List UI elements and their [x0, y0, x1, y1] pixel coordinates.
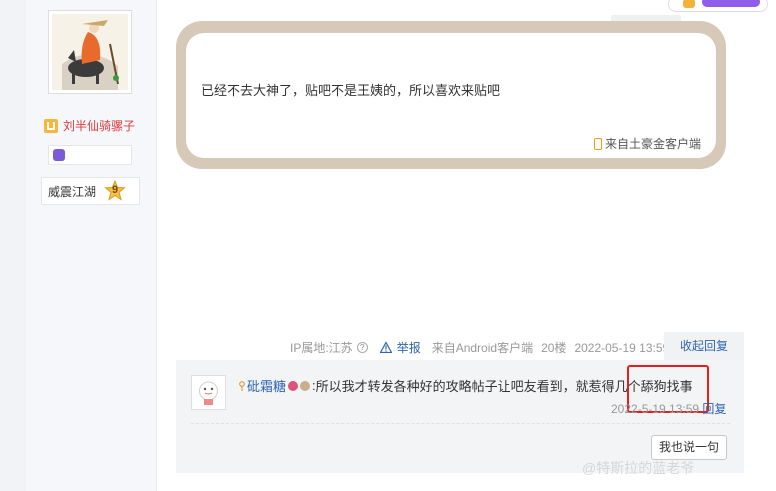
ip-location: IP属地:江苏: [290, 341, 353, 355]
author-avatar[interactable]: [48, 10, 132, 94]
author-level-number: 9: [111, 184, 119, 196]
badge-box[interactable]: [48, 145, 132, 165]
reply-avatar-image: [192, 376, 225, 409]
collapse-replies-button[interactable]: 收起回复: [664, 332, 744, 360]
reply-divider: [191, 423, 730, 424]
post-client: 来自Android客户端: [431, 341, 534, 355]
reply-time-row: 2022-5-19 13:59 回复: [611, 400, 726, 417]
post-time: 2022-05-19 13:59: [574, 340, 670, 355]
coin-icon: [683, 0, 695, 8]
author-level[interactable]: 威震江湖 9: [41, 177, 140, 205]
watermark: @特斯拉的蓝老爷: [582, 460, 695, 476]
badge-icon: [288, 380, 299, 391]
pin-icon: [239, 380, 245, 391]
author-name-row[interactable]: 刘半仙骑骡子: [44, 117, 135, 134]
level-star-icon: 9: [104, 179, 126, 202]
reply-username[interactable]: 砒霜糖: [247, 376, 286, 395]
avatar-image: [52, 14, 128, 90]
post-meta: IP属地:江苏 ? 举报 来自Android客户端 20楼 2022-05-19…: [290, 339, 669, 356]
phone-icon: [594, 137, 602, 150]
reply-avatar[interactable]: [191, 375, 226, 410]
reply-time: 2022-5-19 13:59: [611, 402, 700, 416]
reply-line: 砒霜糖 : 所以我才转发各种好的攻略帖子让吧友看到，就惹得几个舔狗找事: [239, 376, 693, 395]
post-text: 已经不去大神了，贴吧不是王姨的，所以喜欢来贴吧: [201, 83, 501, 98]
help-icon[interactable]: ?: [356, 342, 368, 353]
client-tag[interactable]: 来自土豪金客户端: [594, 135, 701, 152]
vip-badge-icon: [702, 0, 760, 7]
author-rank: 威震江湖: [48, 184, 97, 199]
report-link[interactable]: 举报: [397, 339, 421, 356]
author-username[interactable]: 刘半仙骑骡子: [63, 117, 135, 134]
say-something-button[interactable]: 我也说一句: [651, 435, 727, 460]
reply-link[interactable]: 回复: [702, 402, 726, 416]
floor-number: 20楼: [541, 341, 567, 355]
badge-icon: [300, 380, 311, 391]
top-badges[interactable]: [668, 0, 768, 12]
warning-icon: [379, 342, 392, 353]
gem-icon: [53, 149, 65, 161]
client-tag-label: 来自土豪金客户端: [605, 137, 702, 151]
crown-icon: [44, 118, 58, 133]
